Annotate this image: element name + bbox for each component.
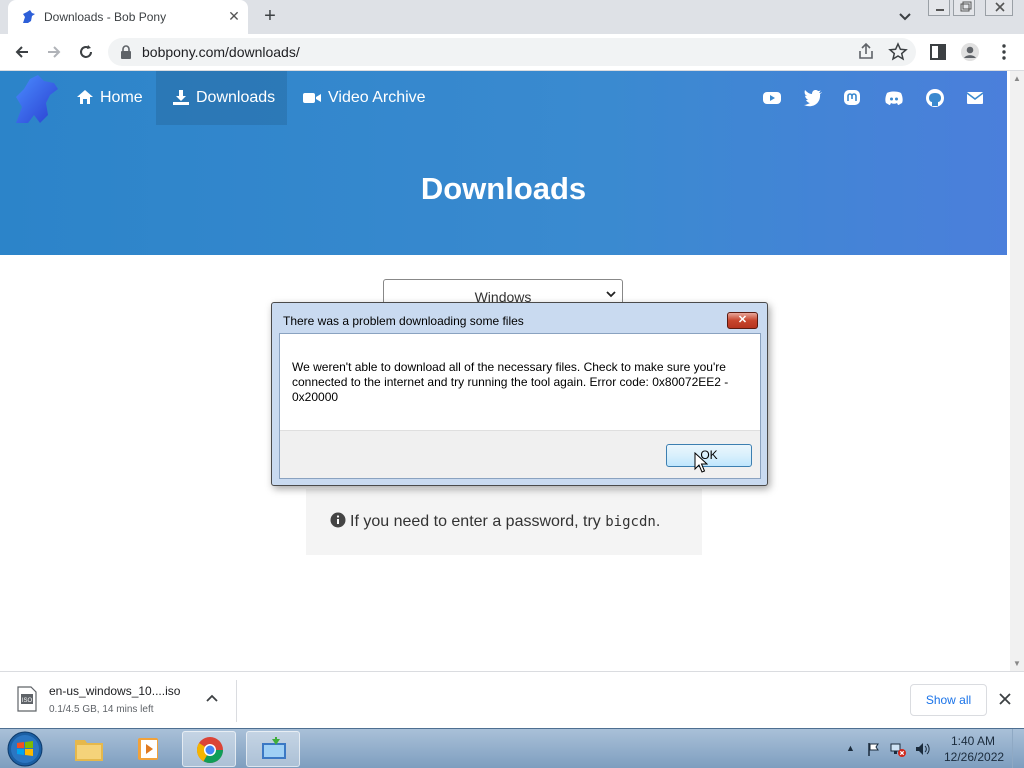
show-desktop-button[interactable] bbox=[1012, 729, 1024, 768]
clock-time[interactable]: 1:40 AM bbox=[944, 734, 1002, 748]
svg-text:ISO: ISO bbox=[22, 698, 33, 704]
dialog-title: There was a problem downloading some fil… bbox=[283, 314, 524, 328]
password-note-text: If you need to enter a password, try bbox=[350, 513, 606, 530]
reload-icon[interactable] bbox=[76, 42, 96, 62]
bob-pony-logo-icon[interactable] bbox=[10, 73, 62, 125]
dialog-body: We weren't able to download all of the n… bbox=[279, 333, 761, 479]
address-bar[interactable]: bobpony.com/downloads/ bbox=[108, 38, 916, 66]
iso-file-icon: ISO bbox=[17, 686, 37, 712]
hero-banner: Home Downloads Video Archive Downloads bbox=[0, 71, 1007, 255]
nav-downloads-label: Downloads bbox=[196, 89, 276, 106]
lock-icon[interactable] bbox=[120, 45, 132, 59]
nav-home-label: Home bbox=[100, 89, 143, 106]
discord-icon[interactable] bbox=[884, 88, 904, 108]
tab-title: Downloads - Bob Pony bbox=[44, 10, 167, 24]
download-shelf: ISO en-us_windows_10....iso 0.1/4.5 GB, … bbox=[0, 671, 1024, 728]
new-tab-button[interactable]: + bbox=[258, 4, 282, 28]
ok-button[interactable]: OK bbox=[666, 444, 752, 467]
browser-toolbar: bobpony.com/downloads/ bbox=[0, 34, 1024, 71]
dialog-close-button[interactable]: ✕ bbox=[727, 312, 758, 329]
bookmark-star-icon[interactable] bbox=[888, 42, 908, 62]
tab-close-icon[interactable]: ✕ bbox=[226, 8, 242, 24]
show-all-button[interactable]: Show all bbox=[910, 684, 987, 716]
clock-date[interactable]: 12/26/2022 bbox=[944, 750, 1004, 764]
tab-search-chevron-icon[interactable] bbox=[895, 8, 915, 26]
tab-strip: Downloads - Bob Pony ✕ + bbox=[0, 0, 1024, 34]
network-disconnected-icon[interactable] bbox=[890, 741, 906, 757]
vertical-scrollbar[interactable]: ▲ ▼ bbox=[1010, 71, 1024, 671]
action-center-flag-icon[interactable] bbox=[866, 741, 882, 757]
window-minimize-button[interactable] bbox=[928, 0, 950, 16]
dialog-message: We weren't able to download all of the n… bbox=[292, 360, 729, 404]
home-icon bbox=[77, 90, 93, 104]
media-creation-tool-icon bbox=[262, 737, 286, 759]
taskbar-media-player[interactable] bbox=[122, 731, 176, 767]
scroll-up-icon[interactable]: ▲ bbox=[1013, 74, 1021, 83]
start-orb-icon[interactable] bbox=[6, 730, 44, 768]
page-title: Downloads bbox=[420, 171, 587, 206]
taskbar-media-creation-tool[interactable] bbox=[246, 731, 300, 767]
media-player-icon bbox=[138, 738, 158, 760]
mastodon-icon[interactable] bbox=[842, 88, 862, 108]
nav-video-label: Video Archive bbox=[328, 89, 426, 106]
tab-downloads[interactable]: Downloads - Bob Pony ✕ bbox=[8, 0, 248, 34]
profile-avatar-icon[interactable] bbox=[960, 42, 980, 62]
twitter-icon[interactable] bbox=[803, 88, 823, 108]
video-icon bbox=[303, 93, 321, 103]
taskbar-chrome[interactable] bbox=[182, 731, 236, 767]
forward-arrow-icon[interactable] bbox=[44, 42, 64, 62]
password-note: If you need to enter a password, try big… bbox=[306, 489, 702, 555]
shelf-divider bbox=[236, 680, 237, 722]
chevron-up-icon[interactable] bbox=[206, 694, 218, 702]
chevron-down-icon bbox=[606, 291, 616, 298]
side-panel-icon[interactable] bbox=[928, 42, 948, 62]
download-icon bbox=[173, 90, 189, 105]
share-icon[interactable] bbox=[856, 42, 876, 62]
back-arrow-icon[interactable] bbox=[12, 42, 32, 62]
dialog-footer: OK bbox=[280, 430, 760, 478]
nav-video-archive[interactable]: Video Archive bbox=[302, 71, 426, 125]
url-text: bobpony.com/downloads/ bbox=[142, 44, 300, 60]
scroll-down-icon[interactable]: ▼ bbox=[1013, 659, 1021, 668]
youtube-icon[interactable] bbox=[762, 88, 782, 108]
explorer-icon bbox=[75, 740, 103, 761]
taskbar-explorer[interactable] bbox=[62, 731, 116, 767]
close-icon[interactable] bbox=[998, 692, 1012, 706]
nav-downloads[interactable]: Downloads bbox=[156, 71, 287, 125]
download-status: 0.1/4.5 GB, 14 mins left bbox=[49, 704, 154, 715]
chrome-icon bbox=[196, 737, 224, 764]
mouse-cursor-icon bbox=[694, 452, 708, 473]
bob-pony-favicon-icon bbox=[23, 10, 35, 23]
taskbar: ▲ 1:40 AM 12/26/2022 bbox=[0, 728, 1024, 768]
kebab-menu-icon[interactable] bbox=[994, 42, 1014, 62]
tray-expand-icon[interactable]: ▲ bbox=[846, 743, 855, 753]
nav-home[interactable]: Home bbox=[76, 71, 143, 125]
mail-icon[interactable] bbox=[965, 88, 985, 108]
window-close-button[interactable] bbox=[985, 0, 1013, 16]
password-code: bigcdn bbox=[605, 514, 656, 530]
volume-icon[interactable] bbox=[914, 741, 930, 757]
window-restore-button[interactable] bbox=[953, 0, 975, 16]
download-filename: en-us_windows_10....iso bbox=[49, 684, 181, 698]
password-note-suffix: . bbox=[655, 513, 661, 530]
info-icon bbox=[330, 512, 346, 528]
github-icon[interactable] bbox=[925, 88, 945, 108]
